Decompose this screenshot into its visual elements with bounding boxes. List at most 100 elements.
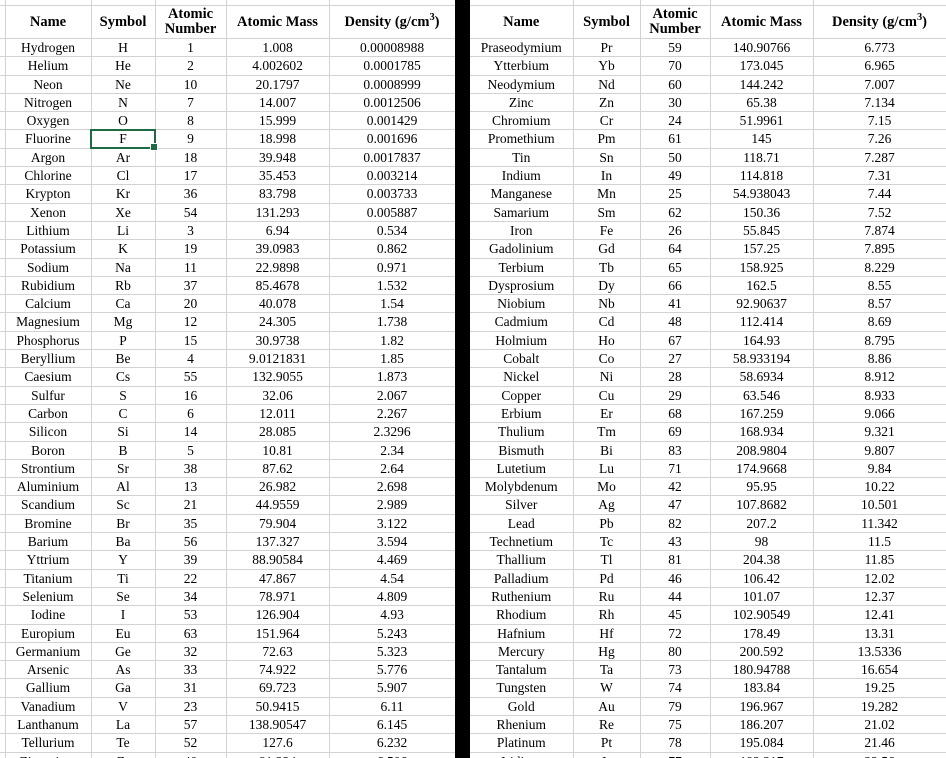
cell-symbol[interactable]: Sr	[91, 459, 156, 479]
cell-atomic-number[interactable]: 49	[640, 166, 711, 186]
cell-name[interactable]: Fluorine	[5, 129, 92, 149]
cell-density[interactable]: 0.862	[329, 239, 455, 259]
cell-atomic-number[interactable]: 47	[640, 495, 711, 515]
cell-atomic-number[interactable]: 35	[155, 514, 227, 534]
cell-density[interactable]: 0.005887	[329, 203, 455, 222]
cell-atomic-number[interactable]: 29	[640, 386, 711, 405]
cell-atomic-mass[interactable]: 186.207	[710, 715, 814, 735]
cell-density[interactable]: 9.066	[813, 404, 946, 424]
cell-density[interactable]: 0.0008999	[329, 75, 455, 94]
cell-name[interactable]: Neodymium	[470, 75, 574, 94]
cell-atomic-number[interactable]: 61	[640, 129, 711, 149]
cell-symbol[interactable]: Sc	[91, 495, 156, 515]
cell-name[interactable]: Europium	[5, 624, 92, 643]
cell-density[interactable]: 2.3296	[329, 422, 455, 442]
cell-name[interactable]: Gadolinium	[470, 239, 574, 259]
cell-name[interactable]: Thallium	[470, 550, 574, 570]
cell-symbol[interactable]: N	[91, 93, 156, 113]
cell-name[interactable]: Helium	[5, 56, 92, 76]
cell-atomic-mass[interactable]: 65.38	[710, 93, 814, 113]
cell-name[interactable]: Tungsten	[470, 678, 574, 698]
cell-density[interactable]: 8.795	[813, 331, 946, 351]
cell-atomic-mass[interactable]: 74.922	[226, 660, 330, 680]
cell-atomic-mass[interactable]: 207.2	[710, 514, 814, 534]
cell-atomic-mass[interactable]: 150.36	[710, 203, 814, 222]
cell-symbol[interactable]: Ho	[573, 331, 641, 351]
cell-name[interactable]: Tellurium	[5, 733, 92, 753]
cell-atomic-number[interactable]: 72	[640, 624, 711, 643]
cell-name[interactable]: Silver	[470, 495, 574, 515]
cell-atomic-mass[interactable]: 87.62	[226, 459, 330, 479]
cell-name[interactable]: Phosphorus	[5, 331, 92, 351]
cell-atomic-mass[interactable]: 180.94788	[710, 660, 814, 680]
cell-symbol[interactable]: Nb	[573, 294, 641, 314]
cell-density[interactable]: 1.54	[329, 294, 455, 314]
cell-density[interactable]: 3.122	[329, 514, 455, 534]
cell-atomic-number[interactable]: 14	[155, 422, 227, 442]
cell-symbol[interactable]: Ge	[91, 642, 156, 662]
cell-symbol[interactable]: Tc	[573, 532, 641, 552]
cell-atomic-number[interactable]: 28	[640, 367, 711, 387]
cell-name[interactable]: Caesium	[5, 367, 92, 387]
cell-symbol[interactable]: Pr	[573, 38, 641, 58]
cell-symbol[interactable]: Cu	[573, 386, 641, 405]
cell-atomic-number[interactable]: 9	[155, 129, 227, 149]
cell-atomic-mass[interactable]: 26.982	[226, 477, 330, 497]
cell-density[interactable]: 11.5	[813, 532, 946, 552]
cell-atomic-mass[interactable]: 131.293	[226, 203, 330, 222]
cell-density[interactable]: 2.989	[329, 495, 455, 515]
cell-atomic-number[interactable]: 57	[155, 715, 227, 735]
cell-density[interactable]: 5.243	[329, 624, 455, 643]
cell-atomic-mass[interactable]: 63.546	[710, 386, 814, 405]
cell-symbol[interactable]: Cd	[573, 312, 641, 332]
cell-symbol[interactable]: As	[91, 660, 156, 680]
cell-atomic-mass[interactable]: 12.011	[226, 404, 330, 424]
cell-atomic-mass[interactable]: 92.90637	[710, 294, 814, 314]
cell-name[interactable]: Nitrogen	[5, 93, 92, 113]
cell-symbol[interactable]: O	[91, 111, 156, 131]
cell-atomic-mass[interactable]: 32.06	[226, 386, 330, 405]
cell-name[interactable]: Argon	[5, 148, 92, 168]
cell-atomic-number[interactable]: 22	[155, 569, 227, 588]
cell-atomic-mass[interactable]: 15.999	[226, 111, 330, 131]
cell-density[interactable]: 1.873	[329, 367, 455, 387]
cell-symbol[interactable]: Ir	[573, 752, 641, 758]
cell-name[interactable]: Iridium	[470, 752, 574, 758]
cell-atomic-mass[interactable]: 83.798	[226, 184, 330, 204]
cell-name[interactable]: Bromine	[5, 514, 92, 534]
column-header-symbol[interactable]: Symbol	[573, 5, 641, 39]
cell-atomic-mass[interactable]: 10.81	[226, 441, 330, 460]
cell-atomic-mass[interactable]: 28.085	[226, 422, 330, 442]
cell-atomic-mass[interactable]: 44.9559	[226, 495, 330, 515]
cell-atomic-number[interactable]: 41	[640, 294, 711, 314]
cell-symbol[interactable]: Ba	[91, 532, 156, 552]
cell-density[interactable]: 2.267	[329, 404, 455, 424]
cell-density[interactable]: 0.001429	[329, 111, 455, 131]
cell-symbol[interactable]: Tm	[573, 422, 641, 442]
cell-name[interactable]: Neon	[5, 75, 92, 94]
cell-atomic-number[interactable]: 30	[640, 93, 711, 113]
cell-name[interactable]: Platinum	[470, 733, 574, 753]
cell-name[interactable]: Scandium	[5, 495, 92, 515]
cell-atomic-number[interactable]: 37	[155, 276, 227, 296]
cell-atomic-number[interactable]: 71	[640, 459, 711, 479]
cell-density[interactable]: 9.84	[813, 459, 946, 479]
cell-name[interactable]: Lanthanum	[5, 715, 92, 735]
cell-density[interactable]: 0.0012506	[329, 93, 455, 113]
cell-atomic-mass[interactable]: 39.948	[226, 148, 330, 168]
cell-symbol[interactable]: H	[91, 38, 156, 58]
cell-name[interactable]: Erbium	[470, 404, 574, 424]
cell-atomic-number[interactable]: 75	[640, 715, 711, 735]
cell-atomic-number[interactable]: 13	[155, 477, 227, 497]
cell-symbol[interactable]: Mn	[573, 184, 641, 204]
cell-atomic-number[interactable]: 42	[640, 477, 711, 497]
cell-symbol[interactable]: Zr	[91, 752, 156, 758]
cell-symbol[interactable]: Ta	[573, 660, 641, 680]
cell-atomic-mass[interactable]: 20.1797	[226, 75, 330, 94]
cell-density[interactable]: 6.506	[329, 752, 455, 758]
cell-density[interactable]: 0.534	[329, 221, 455, 241]
cell-density[interactable]: 5.323	[329, 642, 455, 662]
cell-atomic-number[interactable]: 73	[640, 660, 711, 680]
cell-atomic-mass[interactable]: 126.904	[226, 605, 330, 625]
cell-name[interactable]: Ruthenium	[470, 587, 574, 607]
